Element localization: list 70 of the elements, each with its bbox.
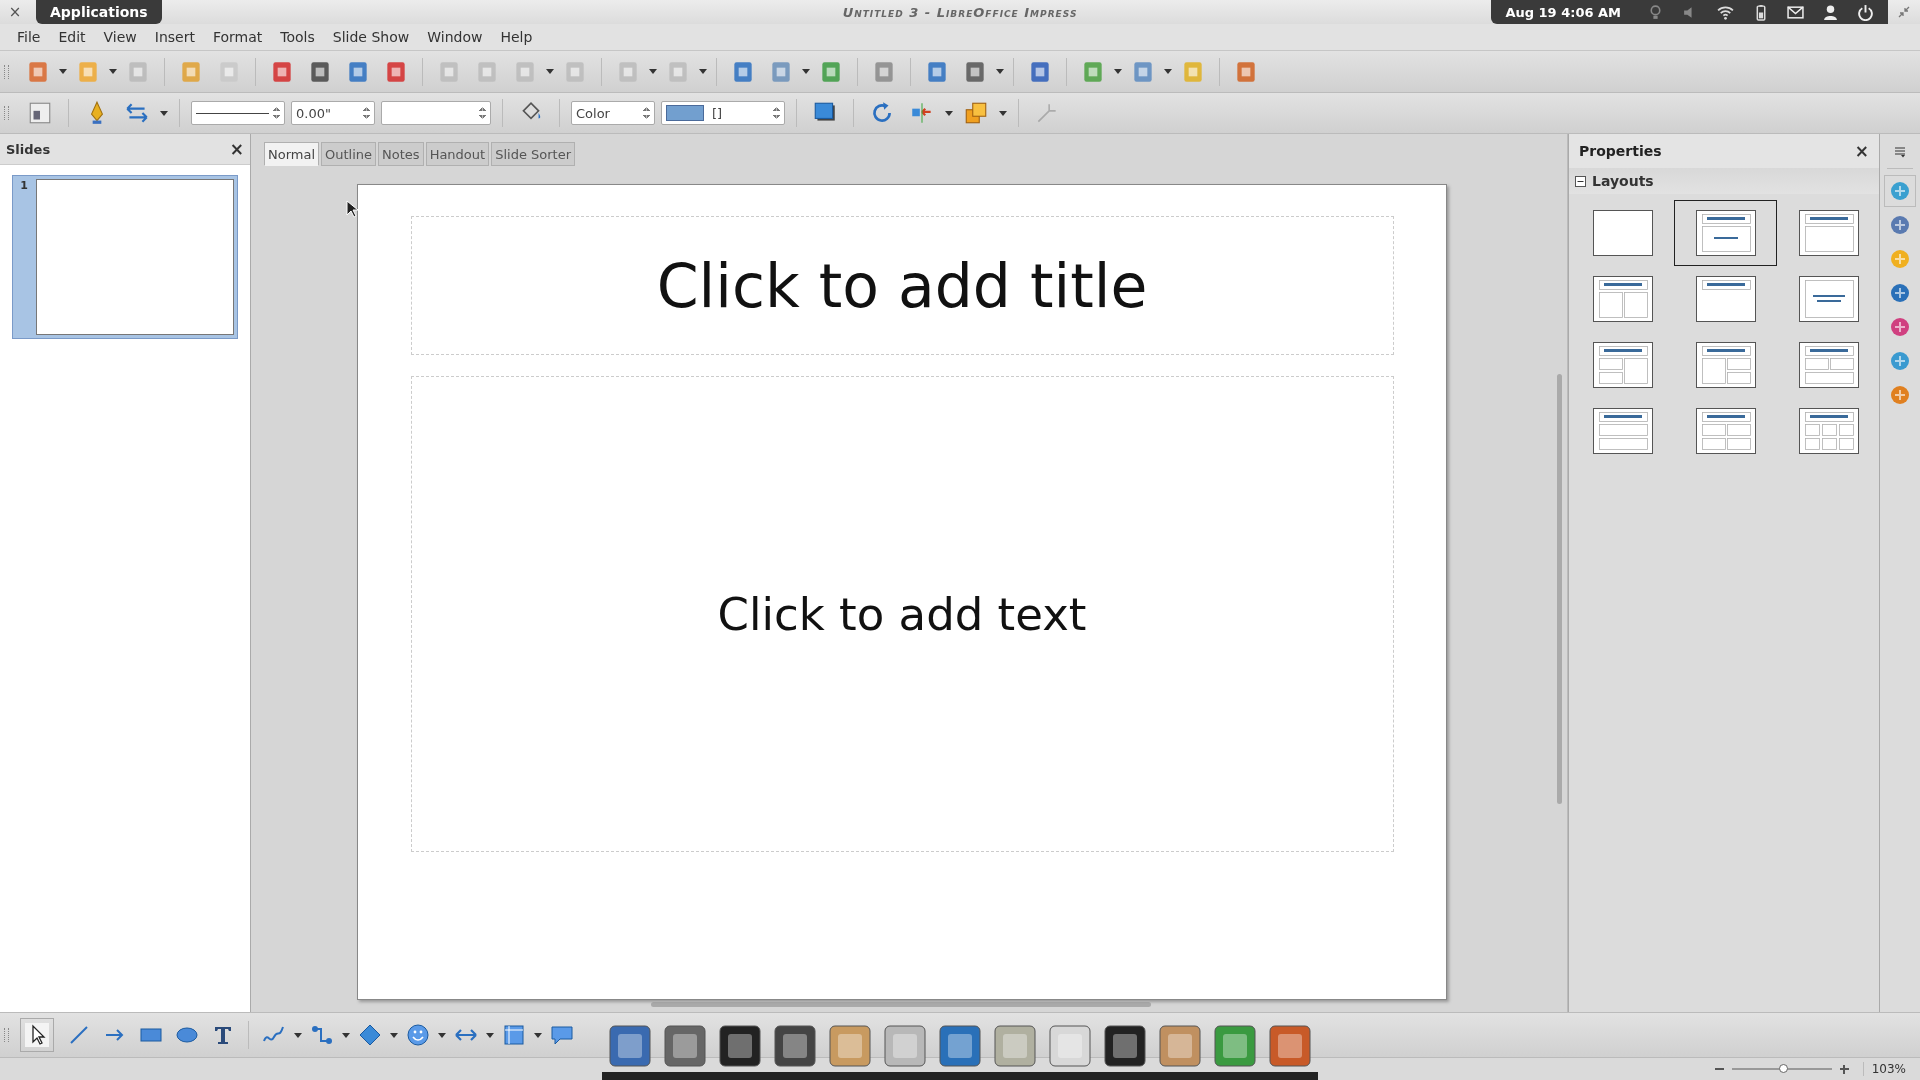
dropdown-arrow-icon[interactable] [649, 69, 657, 74]
collapse-icon[interactable] [1575, 175, 1586, 187]
dropdown-arrow-icon[interactable] [390, 1032, 398, 1038]
menu-item[interactable]: Tools [271, 29, 324, 45]
clock[interactable]: Aug 19 4:06 AM [1505, 4, 1621, 20]
dropdown-arrow-icon[interactable] [109, 69, 117, 74]
slide-settings-icon[interactable] [27, 100, 53, 126]
line-width-field[interactable]: 0.00" [291, 101, 375, 125]
window-title: Untitled 3 - LibreOffice Impress [842, 4, 1078, 20]
line-style-field[interactable] [191, 101, 285, 125]
dropdown-arrow-icon[interactable] [59, 69, 67, 74]
close-icon[interactable]: × [229, 139, 244, 159]
menu-item[interactable]: File [8, 29, 50, 45]
dropdown-arrow-icon[interactable] [802, 69, 810, 74]
view-tab[interactable]: Outline [321, 142, 377, 166]
view-tab[interactable]: Slide Sorter [491, 142, 575, 166]
menu-icon[interactable] [1894, 146, 1906, 158]
slides-pane-title: Slides [6, 141, 51, 157]
mail-icon[interactable] [1787, 3, 1804, 21]
zoom-level[interactable]: 103% [1862, 1062, 1906, 1076]
dropdown-arrow-icon[interactable] [1114, 69, 1122, 74]
layout-option[interactable] [1674, 200, 1777, 266]
user-icon[interactable] [1822, 3, 1839, 21]
diamond-icon[interactable] [358, 1023, 382, 1047]
wifi-icon[interactable] [1717, 3, 1734, 21]
flowchart-icon[interactable] [502, 1023, 526, 1047]
fill-color-field[interactable]: [] [661, 101, 785, 125]
menu-item[interactable]: Slide Show [323, 29, 419, 45]
dropdown-arrow-icon[interactable] [699, 69, 707, 74]
layouts-section-title[interactable]: Layouts [1592, 173, 1654, 189]
dropdown-arrow-icon[interactable] [996, 69, 1004, 74]
content-placeholder[interactable]: Click to add text [410, 376, 1394, 852]
view-tab[interactable]: Normal [264, 142, 320, 166]
slide-thumbnail[interactable]: 1 [12, 175, 238, 339]
connector-icon[interactable] [310, 1023, 334, 1047]
arrange-icon[interactable] [963, 100, 989, 126]
dropdown-arrow-icon[interactable] [160, 110, 168, 116]
title-placeholder[interactable]: Click to add title [410, 216, 1394, 355]
line-color-field[interactable] [381, 101, 491, 125]
title-placeholder-text: Click to add title [656, 250, 1148, 321]
bulb-icon[interactable] [1647, 3, 1664, 21]
menu-item[interactable]: Window [418, 29, 492, 45]
menu-item[interactable]: View [94, 29, 146, 45]
dropdown-arrow-icon[interactable] [945, 110, 953, 116]
dropdown-arrow-icon[interactable] [342, 1032, 350, 1038]
vertical-scrollbar[interactable] [1557, 374, 1562, 804]
area-style-field[interactable]: Color [571, 101, 655, 125]
dropdown-arrow-icon[interactable] [534, 1032, 542, 1038]
smiley-icon[interactable] [406, 1023, 430, 1047]
view-tab[interactable]: Handout [425, 142, 490, 166]
close-icon[interactable]: × [0, 3, 30, 21]
close-icon[interactable]: × [1854, 141, 1869, 161]
menu-item[interactable]: Edit [49, 29, 95, 45]
dropdown-arrow-icon[interactable] [999, 110, 1007, 116]
dropdown-arrow-icon[interactable] [438, 1032, 446, 1038]
dropdown-arrow-icon[interactable] [294, 1032, 302, 1038]
power-icon[interactable] [1857, 3, 1874, 21]
callout-icon[interactable] [550, 1023, 574, 1047]
dropdown-arrow-icon[interactable] [1164, 69, 1172, 74]
applications-tab[interactable]: Applications [36, 0, 162, 24]
content-placeholder-text: Click to add text [717, 587, 1087, 641]
horizontal-scrollbar[interactable] [651, 1001, 1151, 1007]
dropdown-arrow-icon[interactable] [546, 69, 554, 74]
menu-item[interactable]: Format [203, 29, 272, 45]
view-tab[interactable]: Notes [378, 142, 424, 166]
menu-item[interactable]: Insert [145, 29, 204, 45]
menu-item[interactable]: Help [491, 29, 542, 45]
dropdown-arrow-icon[interactable] [486, 1032, 494, 1038]
restore-icon[interactable] [1898, 6, 1910, 18]
properties-title: Properties [1579, 143, 1662, 159]
